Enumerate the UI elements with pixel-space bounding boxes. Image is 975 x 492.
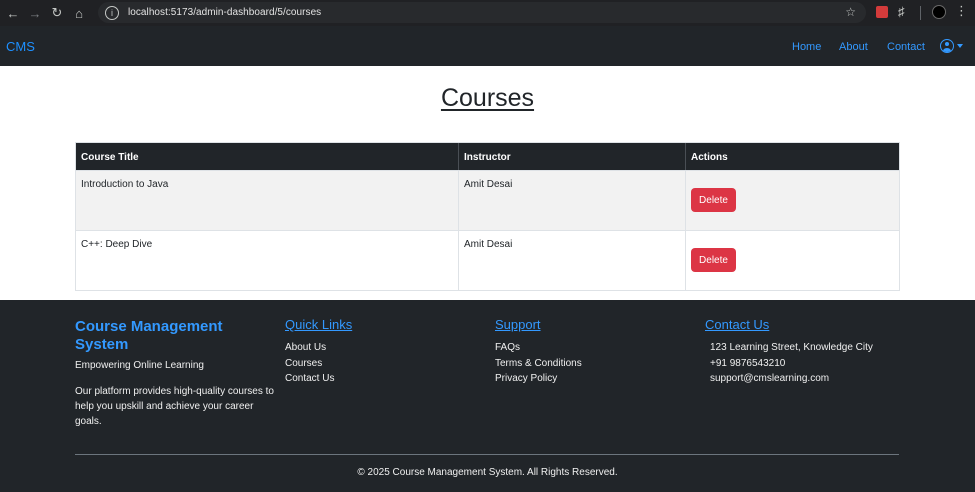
forward-arrow-icon[interactable]: → xyxy=(24,2,46,24)
footer-description: Our platform provides high-quality cours… xyxy=(75,386,274,427)
support-links-list: FAQs Terms & Conditions Privacy Policy xyxy=(495,340,582,387)
quick-links-heading: Quick Links xyxy=(285,317,353,332)
course-title-cell: Introduction to Java xyxy=(76,171,459,230)
user-circle-icon xyxy=(940,39,954,53)
contact-email: support@cmslearning.com xyxy=(710,373,830,384)
contact-heading: Contact Us xyxy=(705,317,770,332)
brand-link[interactable]: CMS xyxy=(6,39,35,54)
column-header-actions: Actions xyxy=(691,152,728,163)
column-header-instructor: Instructor xyxy=(459,143,686,170)
footer-link-about-us[interactable]: About Us xyxy=(285,340,334,356)
footer-link-courses[interactable]: Courses xyxy=(285,356,334,372)
back-arrow-icon[interactable]: ← xyxy=(2,2,24,24)
column-header-course-title: Course Title xyxy=(76,143,459,170)
footer-tagline: Empowering Online Learning xyxy=(75,360,204,371)
contact-info-list: 123 Learning Street, Knowledge City +91 … xyxy=(710,340,873,387)
nav-contact-link[interactable]: Contact xyxy=(887,41,925,53)
footer-brand-title: Course Management System xyxy=(75,318,223,353)
app-navbar: CMS Home About Contact xyxy=(0,26,975,66)
table-header: Course Title Instructor Actions xyxy=(76,143,899,170)
page-title: Courses xyxy=(440,84,535,112)
address-bar[interactable]: i localhost:5173/admin-dashboard/5/cours… xyxy=(98,2,866,23)
actions-cell: Delete xyxy=(686,231,899,290)
footer-link-faqs[interactable]: FAQs xyxy=(495,340,582,356)
address-url[interactable]: localhost:5173/admin-dashboard/5/courses xyxy=(128,7,321,18)
extensions-puzzle-icon[interactable]: ♯ xyxy=(898,4,905,19)
instructor-cell: Amit Desai xyxy=(459,171,686,230)
site-footer: Course Management System Empowering Onli… xyxy=(0,300,975,492)
footer-link-contact-us[interactable]: Contact Us xyxy=(285,371,334,387)
nav-home-link[interactable]: Home xyxy=(792,41,821,53)
delete-button[interactable]: Delete xyxy=(691,248,736,272)
home-icon[interactable]: ⌂ xyxy=(68,2,90,24)
nav-about-link[interactable]: About xyxy=(839,41,868,53)
site-info-icon[interactable]: i xyxy=(105,5,119,20)
browser-menu-icon[interactable]: ⋮ xyxy=(955,4,968,17)
course-title-cell: C++: Deep Dive xyxy=(76,231,459,290)
table-row: C++: Deep Dive Amit Desai Delete xyxy=(76,230,899,290)
courses-table: Course Title Instructor Actions Introduc… xyxy=(75,142,900,291)
support-heading: Support xyxy=(495,317,541,332)
toolbar-divider xyxy=(920,6,921,20)
footer-link-terms[interactable]: Terms & Conditions xyxy=(495,356,582,372)
caret-down-icon xyxy=(957,44,963,48)
extension-icon[interactable] xyxy=(876,6,888,18)
user-menu-toggle[interactable] xyxy=(940,39,963,53)
profile-avatar-icon[interactable] xyxy=(932,5,946,19)
reload-icon[interactable]: ↻ xyxy=(46,2,68,24)
table-row: Introduction to Java Amit Desai Delete xyxy=(76,170,899,230)
instructor-cell: Amit Desai xyxy=(459,231,686,290)
delete-button[interactable]: Delete xyxy=(691,188,736,212)
browser-toolbar: ← → ↻ ⌂ i localhost:5173/admin-dashboard… xyxy=(0,0,975,26)
contact-phone: +91 9876543210 xyxy=(710,357,786,369)
copyright-text: © 2025 Course Management System. All Rig… xyxy=(357,467,618,478)
footer-link-privacy[interactable]: Privacy Policy xyxy=(495,371,582,387)
contact-address: 123 Learning Street, Knowledge City xyxy=(710,342,873,353)
bookmark-star-icon[interactable]: ☆ xyxy=(845,5,856,19)
quick-links-list: About Us Courses Contact Us xyxy=(285,340,334,387)
footer-divider xyxy=(75,454,899,455)
actions-cell: Delete xyxy=(686,171,899,230)
